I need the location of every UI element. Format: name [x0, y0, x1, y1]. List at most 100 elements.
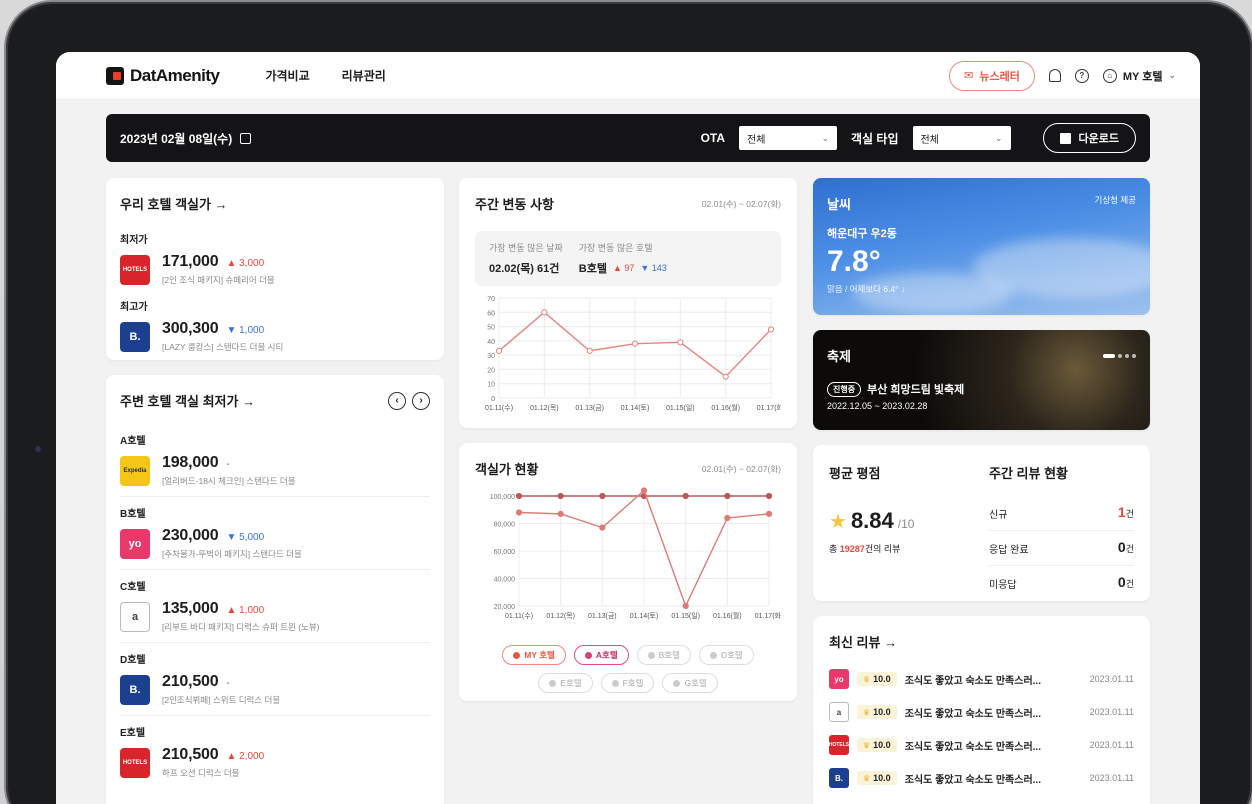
latest-review-row[interactable]: HOTELS ♛ 10.0 조식도 좋았고 숙소도 만족스러... 2023.01.11 [829, 735, 1134, 755]
nearby-title[interactable]: 주변 호텔 객실 최저가 → [120, 391, 255, 410]
total-suffix: 건의 리뷰 [864, 544, 901, 554]
nearby-hotel-desc: [리부트 바디 패키지] 디럭스 슈퍼 트윈 (노뷰) [162, 622, 320, 632]
latest-review-card: 최신 리뷰 → yo ♛ 10.0 조식도 좋았고 숙소도 만족스러... 2023.0… [813, 616, 1150, 804]
most-hotel-label: 가장 변동 많은 호텔 [578, 243, 653, 253]
latest-review-row[interactable]: B. ♛ 10.0 조식도 좋았고 숙소도 만족스러... 2023.01.11 [829, 768, 1134, 788]
chevron-down-icon: ⌄ [1168, 70, 1176, 80]
y-tick-label: 100,000 [490, 494, 515, 501]
room-type-select[interactable]: 전체 ⌄ [912, 126, 1011, 150]
review-date: 2023.01.11 [1089, 674, 1134, 684]
weekly-review-value: 0 [1117, 574, 1126, 590]
help-icon[interactable]: ? [1074, 68, 1089, 83]
download-label: 다운로드 [1078, 133, 1119, 145]
calendar-icon [240, 132, 252, 144]
room-price-chart: 20,000 40,000 60,000 80,000 100,000 01.11(수) 0… [490, 487, 783, 620]
review-score: 10.0 [873, 707, 891, 717]
ota-logo: B. [829, 768, 849, 788]
data-point [557, 492, 564, 500]
lowest-delta: ▲ 3,000 [226, 258, 265, 269]
filter-controls: OTA 전체 ⌄ 객실 타입 전체 ⌄ 다운로드 [701, 123, 1136, 153]
latest-review-row[interactable]: a ♛ 10.0 조식도 좋았고 숙소도 만족스러... 2023.01.11 [829, 702, 1134, 722]
lowest-label: 최저가 [120, 235, 148, 246]
review-score: 10.0 [873, 674, 891, 684]
weekly-review-list: 신규 1건 응답 완료 0건 미응답 0건 [989, 496, 1134, 600]
legend-chip[interactable]: F호텔 [600, 673, 655, 693]
legend-label: MY 호텔 [524, 650, 555, 660]
app-logo[interactable]: DatAmenity [106, 66, 220, 86]
weekly-review-row: 신규 1건 [989, 496, 1134, 531]
camera-dot [35, 446, 41, 452]
ota-logo: Expedia [120, 455, 150, 486]
review-text: 조식도 좋았고 숙소도 만족스러... [904, 774, 1041, 786]
carousel-dots[interactable] [1103, 353, 1136, 358]
data-point [640, 487, 648, 494]
legend-chip[interactable]: G호텔 [662, 673, 718, 693]
legend-dot [584, 651, 592, 659]
x-tick-label: 01.12(목) [546, 612, 575, 620]
rating-card: 평균 평점 ★ 8.84 /10 총 19287건의 리뷰 주간 리뷰 현황 신… [813, 445, 1150, 601]
nearby-hotel-item[interactable]: D호텔 B. 210,500- [2인조식뷔페] 스위트 디럭스 더블 [120, 643, 430, 716]
y-tick-label: 60 [487, 310, 495, 317]
latest-review-row[interactable]: yo ♛ 10.0 조식도 좋았고 숙소도 만족스러... 2023.01.11 [829, 669, 1134, 689]
weekly-change-card: 주간 변동 사항 02.01(수) ~ 02.07(화) 가장 변동 많은 날짜… [459, 178, 797, 428]
dot-active[interactable] [1103, 353, 1115, 358]
lowest-row: HOTELS 171,000 ▲ 3,000 [2인 조식 패키지] 슈페리어 더… [120, 253, 430, 286]
nav-link-review-manage[interactable]: 리뷰관리 [342, 67, 386, 84]
weekly-review-value: 1 [1117, 504, 1126, 520]
review-text: 조식도 좋았고 숙소도 만족스러... [904, 741, 1041, 753]
data-point [599, 492, 606, 500]
ota-logo: HOTELS [120, 747, 150, 778]
legend-label: D호텔 [720, 650, 743, 660]
legend-dot [647, 651, 655, 659]
nearby-list: A호텔 Expedia 198,000- [얼리버드-18시 체크인] 스탠다드 더블… [120, 424, 430, 788]
account-menu[interactable]: ⌂ MY 호텔 ⌄ [1102, 68, 1176, 84]
legend-chip[interactable]: MY 호텔 [502, 645, 566, 665]
y-tick-label: 10 [487, 382, 495, 389]
data-point [682, 602, 689, 610]
account-label: MY 호텔 [1122, 70, 1163, 83]
prev-arrow-icon[interactable]: ‹ [388, 391, 406, 410]
festival-name: 부산 희망드림 빛축제 [867, 384, 965, 396]
nav-link-price-compare[interactable]: 가격비교 [265, 67, 309, 84]
weekly-review-row: 응답 완료 0건 [989, 531, 1134, 566]
legend-dot [549, 679, 557, 687]
dot[interactable] [1132, 353, 1136, 358]
nearby-hotel-item[interactable]: B호텔 yo 230,000 ▼ 5,000 [주차불가-뚜벅이 패키지] 스탠다드 더… [120, 497, 430, 570]
y-tick-label: 70 [487, 296, 495, 303]
next-arrow-icon[interactable]: › [412, 391, 430, 410]
legend-chip[interactable]: B호텔 [636, 645, 691, 665]
legend-chip[interactable]: A호텔 [573, 645, 629, 665]
newsletter-button[interactable]: ✉ 뉴스레터 [949, 60, 1035, 91]
data-point [722, 373, 729, 380]
y-tick-label: 60,000 [494, 549, 516, 556]
date-picker[interactable]: 2023년 02월 08일(수) [120, 130, 252, 147]
weekly-change-range: 02.01(수) ~ 02.07(화) [701, 198, 781, 209]
nearby-hotel-item[interactable]: E호텔 HOTELS 210,500 ▲ 2,000 하프 오션 디럭스 더블 [120, 716, 430, 788]
nearby-hotel-delta: ▼ 5,000 [226, 532, 265, 543]
nearby-hotel-item[interactable]: C호텔 a 135,000 ▲ 1,000 [리부트 바디 패키지] 디럭스 슈퍼 트윈… [120, 570, 430, 643]
bell-icon[interactable] [1048, 69, 1061, 82]
most-day-label: 가장 변동 많은 날짜 [489, 243, 563, 253]
review-text: 조식도 좋았고 숙소도 만족스러... [904, 708, 1041, 720]
data-point [765, 492, 773, 500]
y-tick-label: 80,000 [494, 522, 516, 529]
latest-review-title[interactable]: 최신 리뷰 → [829, 632, 1134, 651]
highest-row: B. 300,300 ▼ 1,000 [LAZY 룸캉스] 스탠다드 더블 시티 [120, 320, 430, 353]
festival-card[interactable]: 축제 진행중 부산 희망드림 빛축제 2022.12.05 ~ 2023.02.… [813, 330, 1150, 430]
nearby-hotel-desc: [주차불가-뚜벅이 패키지] 스탠다드 더블 [162, 549, 302, 559]
ota-select[interactable]: 전체 ⌄ [739, 126, 838, 150]
room-type-select-value: 전체 [920, 134, 939, 146]
legend-chip[interactable]: D호텔 [698, 645, 754, 665]
nearby-hotel-delta: ▲ 1,000 [226, 605, 265, 616]
weekly-review-unit: 건 [1125, 509, 1134, 519]
data-point [599, 524, 606, 531]
weather-title: 날씨 [827, 197, 851, 212]
hotel-icon: ⌂ [1102, 68, 1117, 83]
nearby-hotel-item[interactable]: A호텔 Expedia 198,000- [얼리버드-18시 체크인] 스탠다드 더블 [120, 424, 430, 497]
download-button[interactable]: 다운로드 [1042, 123, 1136, 153]
our-price-title[interactable]: 우리 호텔 객실가 → [120, 194, 430, 213]
dot[interactable] [1118, 353, 1122, 358]
most-hotel-value: B호텔 [578, 263, 607, 275]
dot[interactable] [1125, 353, 1129, 358]
legend-chip[interactable]: E호텔 [538, 673, 593, 693]
